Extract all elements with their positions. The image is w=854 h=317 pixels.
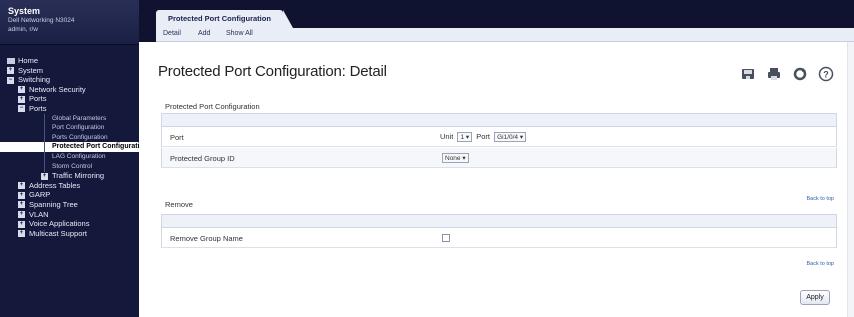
subtab-add[interactable]: Add bbox=[198, 30, 210, 37]
plus-icon[interactable]: + bbox=[18, 211, 25, 218]
protected-group-row: Protected Group ID None ▾ bbox=[161, 148, 837, 168]
tree-item-ports[interactable]: − Ports bbox=[0, 104, 139, 114]
unit-select[interactable]: 1 ▾ bbox=[457, 132, 473, 143]
port-select[interactable]: Gi1/0/4 ▾ bbox=[494, 132, 527, 143]
tree-item-protected-port-configuration[interactable]: Protected Port Configuration bbox=[0, 142, 139, 152]
system-model: Dell Networking N3024 bbox=[8, 17, 75, 24]
unit-label: Unit bbox=[440, 132, 454, 141]
back-to-top-link[interactable]: Back to top bbox=[806, 196, 834, 202]
tree-item-switching[interactable]: − Switching bbox=[0, 75, 139, 85]
plus-icon[interactable]: + bbox=[18, 182, 25, 190]
plus-icon[interactable]: + bbox=[18, 201, 25, 209]
svg-text:?: ? bbox=[823, 70, 829, 80]
page-icon bbox=[7, 58, 15, 64]
left-panel: System Dell Networking N3024 admin, r/w … bbox=[0, 0, 139, 317]
tree-item-ports-collapsed[interactable]: + Ports bbox=[0, 94, 139, 104]
tree-item-lag-configuration[interactable]: LAG Configuration bbox=[0, 152, 139, 162]
tree-item-spanning-tree[interactable]: + Spanning Tree bbox=[0, 200, 139, 210]
print-icon[interactable] bbox=[766, 66, 782, 82]
subtab-detail[interactable]: Detail bbox=[163, 30, 181, 37]
nav-tree: Home + System − Switching + Network Secu… bbox=[0, 56, 139, 238]
system-header: System Dell Networking N3024 admin, r/w bbox=[0, 0, 139, 45]
port-label: Port bbox=[170, 133, 184, 142]
tree-item-system[interactable]: + System bbox=[0, 66, 139, 76]
plus-icon[interactable]: + bbox=[18, 95, 25, 103]
tree-item-global-parameters[interactable]: Global Parameters bbox=[0, 114, 139, 124]
top-bar: Protected Port Configuration Detail Add … bbox=[139, 0, 854, 42]
system-title: System bbox=[8, 6, 41, 16]
plus-icon[interactable]: + bbox=[18, 191, 25, 199]
page-title: Protected Port Configuration: Detail bbox=[158, 63, 387, 80]
tree-item-ports-configuration[interactable]: Ports Configuration bbox=[0, 133, 139, 143]
tree-item-storm-control[interactable]: Storm Control bbox=[0, 162, 139, 172]
plus-icon[interactable]: + bbox=[18, 86, 25, 94]
plus-icon[interactable]: + bbox=[18, 220, 25, 228]
main-content: Protected Port Configuration: Detail ? P… bbox=[139, 42, 854, 317]
app-root: System Dell Networking N3024 admin, r/w … bbox=[0, 0, 854, 317]
protected-group-value: None ▾ bbox=[440, 153, 471, 164]
tree-item-traffic-mirroring[interactable]: + Traffic Mirroring bbox=[0, 171, 139, 181]
help-icon[interactable]: ? bbox=[818, 66, 834, 82]
back-to-top-link-bottom[interactable]: Back to top bbox=[806, 261, 834, 267]
tree-item-port-configuration[interactable]: Port Configuration bbox=[0, 123, 139, 133]
protected-group-select[interactable]: None ▾ bbox=[442, 153, 469, 164]
tree-item-multicast-support[interactable]: + Multicast Support bbox=[0, 229, 139, 239]
tab-protected-port-configuration[interactable]: Protected Port Configuration bbox=[156, 10, 293, 28]
port-word: Port bbox=[476, 132, 490, 141]
sub-tab-bar: Detail Add Show All bbox=[156, 28, 854, 42]
tree-item-network-security[interactable]: + Network Security bbox=[0, 85, 139, 95]
apply-button[interactable]: Apply bbox=[800, 290, 830, 305]
remove-group-checkbox[interactable] bbox=[442, 234, 450, 242]
refresh-icon[interactable] bbox=[792, 66, 808, 82]
page-scrollbar[interactable] bbox=[847, 42, 854, 317]
subtab-show-all[interactable]: Show All bbox=[226, 30, 253, 37]
tree-item-vlan[interactable]: + VLAN bbox=[0, 210, 139, 220]
remove-group-label: Remove Group Name bbox=[170, 234, 243, 243]
plus-icon[interactable]: + bbox=[7, 67, 14, 75]
plus-icon[interactable]: + bbox=[18, 230, 25, 238]
system-user: admin, r/w bbox=[8, 26, 38, 33]
protected-group-label: Protected Group ID bbox=[170, 154, 235, 163]
remove-group-row: Remove Group Name bbox=[161, 228, 837, 248]
tree-item-garp[interactable]: + GARP bbox=[0, 190, 139, 200]
tree-item-address-tables[interactable]: + Address Tables bbox=[0, 181, 139, 191]
tree-item-home[interactable]: Home bbox=[0, 56, 139, 66]
save-icon[interactable] bbox=[740, 66, 756, 82]
remove-section-title: Remove bbox=[165, 200, 193, 209]
port-value-group: Unit 1 ▾ Port Gi1/0/4 ▾ bbox=[440, 132, 528, 143]
remove-section-header-band bbox=[161, 214, 837, 228]
config-section-header-band bbox=[161, 113, 837, 127]
minus-icon[interactable]: − bbox=[18, 105, 25, 113]
tree-connector bbox=[44, 114, 45, 172]
config-section-title: Protected Port Configuration bbox=[165, 102, 260, 111]
port-row: Port Unit 1 ▾ Port Gi1/0/4 ▾ bbox=[161, 127, 837, 147]
tree-item-voice-applications[interactable]: + Voice Applications bbox=[0, 219, 139, 229]
plus-icon[interactable]: + bbox=[41, 172, 48, 180]
minus-icon[interactable]: − bbox=[7, 76, 14, 84]
